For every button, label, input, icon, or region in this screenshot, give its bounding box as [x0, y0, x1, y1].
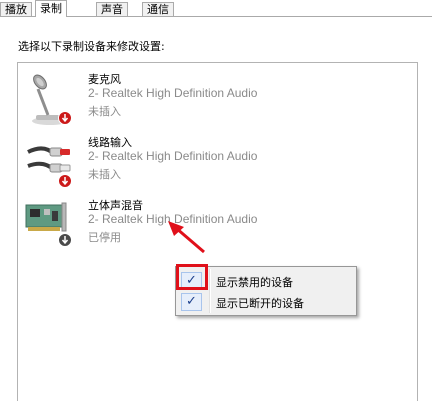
- device-status: 未插入: [88, 168, 121, 181]
- tab-sounds[interactable]: 声音: [96, 2, 128, 16]
- device-status: 未插入: [88, 105, 121, 118]
- device-driver: 2- Realtek High Definition Audio: [88, 86, 258, 100]
- device-name: 线路输入: [88, 136, 132, 149]
- tab-recording[interactable]: 录制: [35, 0, 67, 17]
- tab-playback[interactable]: 播放: [0, 2, 32, 16]
- device-name: 立体声混音: [88, 199, 143, 212]
- device-driver: 2- Realtek High Definition Audio: [88, 149, 258, 163]
- line-in-cable-icon: [24, 134, 76, 190]
- menu-item-label: 显示禁用的设备: [216, 276, 293, 289]
- tab-strip: 播放 录制 声音 通信: [0, 0, 432, 17]
- device-list[interactable]: 麦克风 2- Realtek High Definition Audio 未插入…: [17, 62, 418, 401]
- device-name: 麦克风: [88, 73, 121, 86]
- unplugged-badge-icon: [58, 111, 72, 125]
- menu-item-label: 显示已断开的设备: [216, 297, 304, 310]
- device-stereo-mix[interactable]: 立体声混音 2- Realtek High Definition Audio 已…: [24, 197, 404, 253]
- annotation-arrow-icon: [168, 221, 205, 254]
- device-status: 已停用: [88, 231, 121, 244]
- microphone-icon: [24, 71, 76, 127]
- device-line-in[interactable]: 线路输入 2- Realtek High Definition Audio 未插…: [24, 134, 404, 190]
- annotation-highlight-box: [176, 264, 208, 290]
- unplugged-badge-icon: [58, 174, 72, 188]
- checkmark-icon: ✓: [181, 293, 202, 311]
- disabled-badge-icon: [58, 233, 72, 247]
- device-microphone[interactable]: 麦克风 2- Realtek High Definition Audio 未插入: [24, 71, 404, 127]
- sound-card-icon: [24, 197, 76, 253]
- instruction-text: 选择以下录制设备来修改设置:: [18, 40, 165, 53]
- menu-item-show-disconnected[interactable]: ✓ 显示已断开的设备: [178, 292, 354, 312]
- tab-communications[interactable]: 通信: [142, 2, 174, 16]
